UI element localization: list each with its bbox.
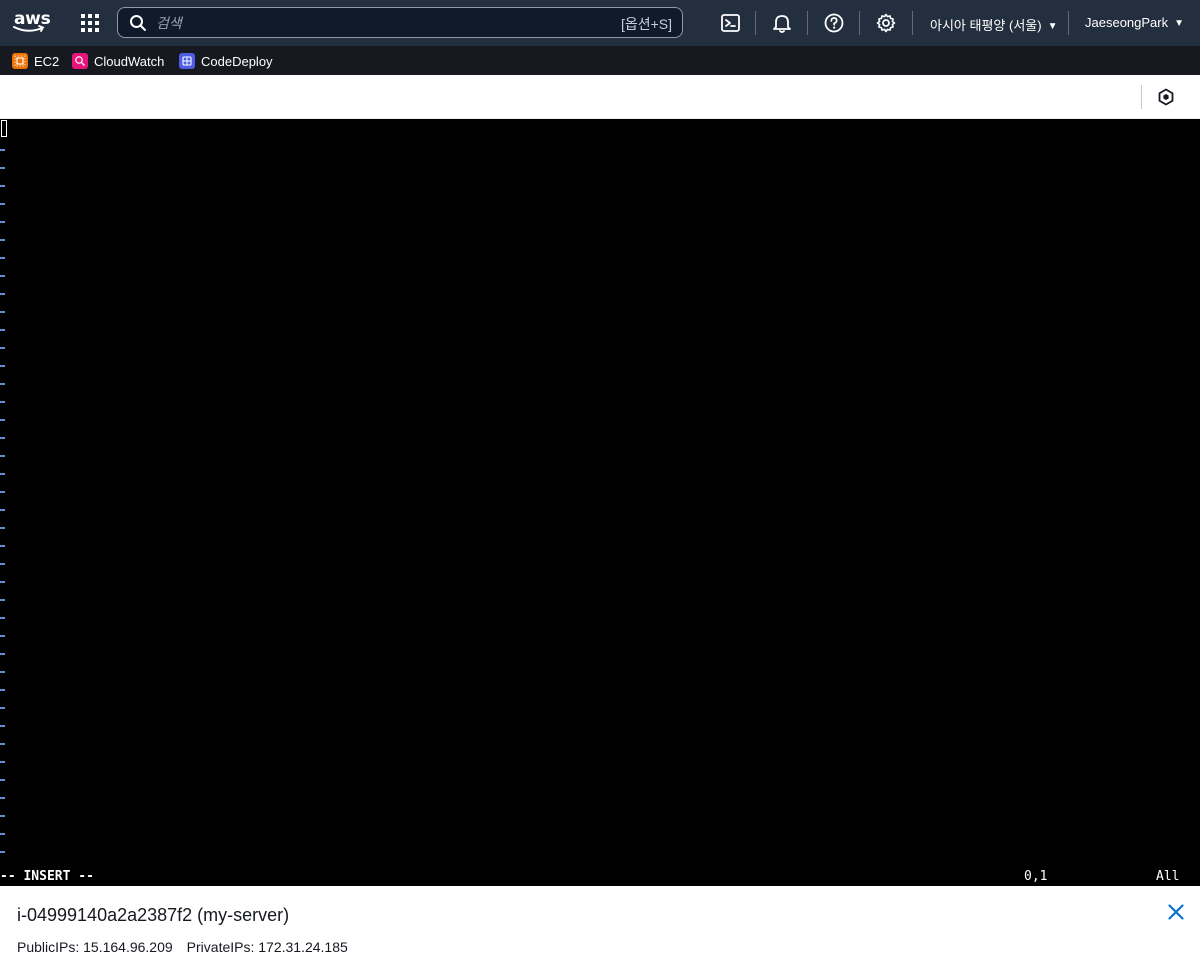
vim-tilde-marker	[0, 509, 5, 511]
region-selector[interactable]: 아시아 태평양 (서울) ▼	[930, 15, 1057, 34]
vim-tilde-marker	[0, 149, 5, 151]
header-divider	[1141, 85, 1142, 109]
account-menu[interactable]: JaeseongPark ▼	[1085, 15, 1184, 30]
nav-divider	[1068, 11, 1069, 35]
vim-tilde-marker	[0, 347, 5, 349]
search-shortcut-hint: [옵션+S]	[620, 16, 672, 32]
vim-tilde-marker	[0, 473, 5, 475]
aws-logo[interactable]: aws	[12, 6, 51, 38]
instance-ip-line: PublicIPs: 15.164.96.209 PrivateIPs: 172.…	[17, 939, 348, 955]
vim-tilde-marker	[0, 617, 5, 619]
top-navigation-bar: aws [옵션+S]	[0, 0, 1200, 46]
close-icon[interactable]	[1166, 902, 1186, 922]
instance-info-panel: i-04999140a2a2387f2 (my-server) PublicIP…	[0, 886, 1200, 967]
codedeploy-icon	[179, 53, 195, 69]
cloudwatch-icon	[72, 53, 88, 69]
vim-tilde-marker	[0, 311, 5, 313]
account-name: JaeseongPark	[1085, 15, 1169, 30]
vim-tilde-marker	[0, 185, 5, 187]
vim-mode-indicator: -- INSERT --	[0, 869, 94, 884]
vim-cursor-position: 0,1	[1024, 869, 1048, 884]
cloudshell-icon[interactable]	[720, 12, 742, 34]
aws-smile-icon	[13, 25, 45, 32]
favorite-label: CloudWatch	[94, 53, 165, 69]
vim-tilde-marker	[0, 455, 5, 457]
vim-tilde-marker	[0, 329, 5, 331]
apps-grid-icon[interactable]	[80, 13, 100, 33]
vim-tilde-marker	[0, 671, 5, 673]
vim-tilde-marker	[0, 401, 5, 403]
vim-tilde-marker	[0, 257, 5, 259]
vim-tilde-marker	[0, 365, 5, 367]
help-icon[interactable]	[823, 12, 845, 34]
region-label: 아시아 태평양 (서울)	[930, 18, 1042, 33]
vim-tilde-marker	[0, 419, 5, 421]
bell-icon[interactable]	[771, 12, 793, 34]
vim-tilde-marker	[0, 851, 5, 853]
vim-tilde-marker	[0, 653, 5, 655]
vim-tilde-marker	[0, 239, 5, 241]
private-ips: PrivateIPs: 172.31.24.185	[186, 939, 348, 955]
terminal-cursor	[1, 120, 7, 137]
vim-tilde-marker	[0, 815, 5, 817]
vim-tilde-marker	[0, 167, 5, 169]
hexagon-settings-icon[interactable]	[1157, 88, 1175, 106]
caret-down-icon: ▼	[1174, 18, 1185, 29]
favorite-ec2[interactable]: EC2	[12, 52, 59, 70]
vim-tilde-marker	[0, 527, 5, 529]
vim-tilde-marker	[0, 833, 5, 835]
nav-divider	[807, 11, 808, 35]
search-box[interactable]: [옵션+S]	[117, 7, 683, 38]
public-ips: PublicIPs: 15.164.96.209	[17, 939, 173, 955]
vim-status-line: -- INSERT -- 0,1 All	[0, 869, 1200, 886]
vim-scroll-position: All	[1156, 869, 1180, 884]
ec2-icon	[12, 53, 28, 69]
vim-tilde-marker	[0, 581, 5, 583]
vim-tilde-marker	[0, 563, 5, 565]
caret-down-icon: ▼	[1047, 21, 1058, 32]
vim-tilde-marker	[0, 779, 5, 781]
gear-icon[interactable]	[875, 12, 897, 34]
vim-tilde-marker	[0, 761, 5, 763]
vim-tilde-marker	[0, 635, 5, 637]
vim-tilde-marker	[0, 545, 5, 547]
vim-tilde-marker	[0, 203, 5, 205]
terminal-screen[interactable]: -- INSERT -- 0,1 All	[0, 119, 1200, 886]
vim-tilde-marker	[0, 689, 5, 691]
search-icon	[130, 15, 146, 31]
vim-tilde-marker	[0, 797, 5, 799]
vim-tilde-marker	[0, 725, 5, 727]
vim-tilde-marker	[0, 221, 5, 223]
favorite-label: EC2	[34, 53, 60, 69]
vim-tilde-marker	[0, 491, 5, 493]
nav-divider	[755, 11, 756, 35]
favorite-cloudwatch[interactable]: CloudWatch	[72, 52, 164, 70]
vim-tilde-marker	[0, 707, 5, 709]
nav-divider	[912, 11, 913, 35]
instance-title: i-04999140a2a2387f2 (my-server)	[17, 905, 290, 925]
favorites-bar: EC2 CloudWatch CodeDeploy	[0, 46, 1200, 75]
session-header	[0, 75, 1200, 119]
favorite-codedeploy[interactable]: CodeDeploy	[179, 52, 273, 70]
vim-tilde-marker	[0, 293, 5, 295]
vim-tilde-marker	[0, 383, 5, 385]
favorite-label: CodeDeploy	[201, 53, 273, 69]
search-input[interactable]	[156, 12, 596, 34]
vim-tilde-marker	[0, 275, 5, 277]
vim-tilde-marker	[0, 437, 5, 439]
vim-tilde-marker	[0, 743, 5, 745]
vim-tilde-marker	[0, 599, 5, 601]
nav-divider	[859, 11, 860, 35]
